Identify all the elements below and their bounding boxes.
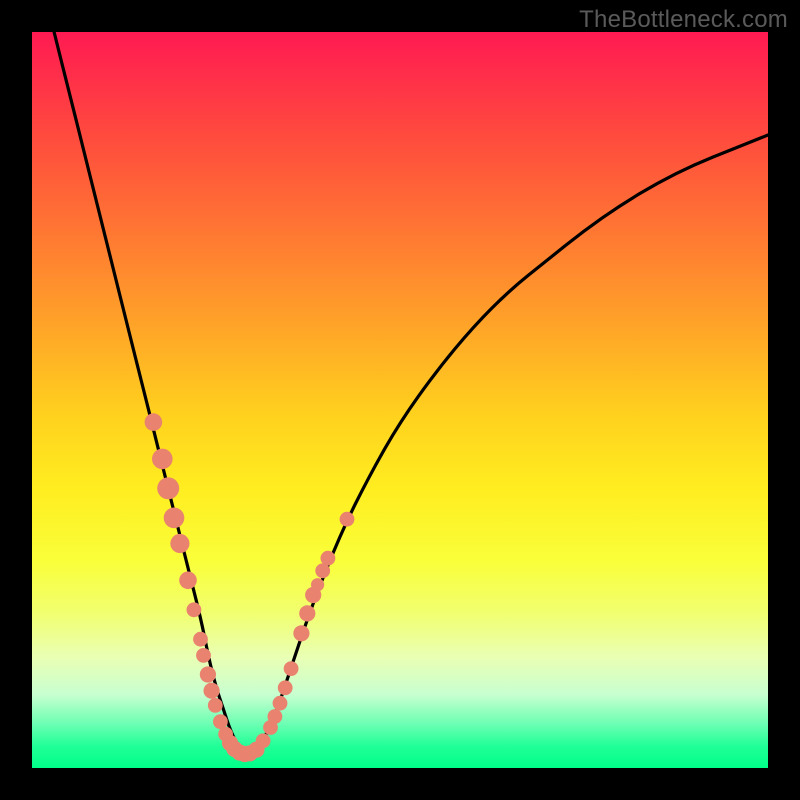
- curve-marker: [278, 680, 293, 695]
- curve-marker: [340, 512, 355, 527]
- curve-marker: [157, 477, 179, 499]
- curve-marker: [256, 733, 271, 748]
- chart-svg: [32, 32, 768, 768]
- curve-marker: [179, 572, 197, 590]
- curve-marker: [311, 578, 324, 591]
- curve-marker: [193, 632, 208, 647]
- curve-marker: [293, 625, 309, 641]
- curve-marker: [273, 696, 288, 711]
- curve-marker: [268, 709, 283, 724]
- curve-marker: [170, 534, 189, 553]
- curve-marker: [284, 661, 299, 676]
- bottleneck-curve: [54, 32, 768, 751]
- marker-group: [145, 413, 355, 762]
- curve-marker: [152, 449, 173, 470]
- watermark-text: TheBottleneck.com: [579, 6, 788, 34]
- curve-marker: [145, 413, 163, 431]
- curve-marker: [196, 648, 211, 663]
- curve-marker: [299, 605, 315, 621]
- curve-marker: [315, 563, 330, 578]
- curve-marker: [187, 602, 202, 617]
- curve-marker: [204, 683, 220, 699]
- chart-frame: TheBottleneck.com: [0, 0, 800, 800]
- plot-area: [32, 32, 768, 768]
- curve-marker: [200, 666, 216, 682]
- curve-marker: [208, 698, 223, 713]
- curve-marker: [164, 508, 185, 529]
- curve-marker: [321, 551, 336, 566]
